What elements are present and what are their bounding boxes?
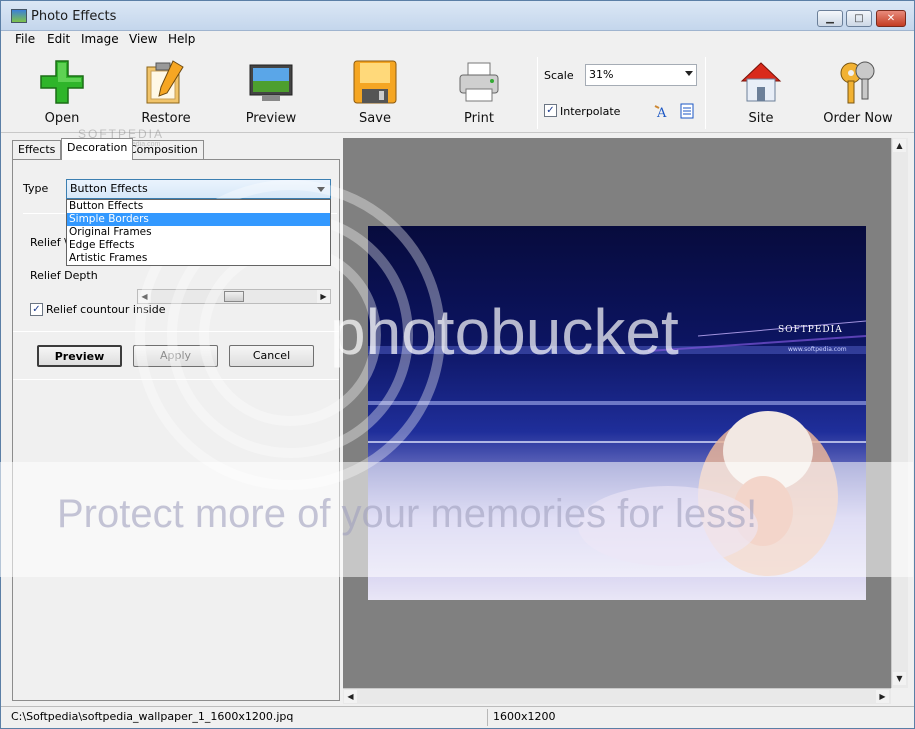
tab-decoration[interactable]: Decoration	[61, 138, 134, 160]
slider-thumb[interactable]	[224, 291, 244, 302]
preview-label: Preview	[245, 111, 297, 126]
photo-tagline-text: www.softpedia.com	[788, 346, 847, 353]
title-bar: Photo Effects ▁ □ ✕	[1, 1, 914, 31]
order-now-button[interactable]: Order Now	[813, 53, 903, 129]
open-button[interactable]: Open	[17, 53, 107, 129]
image-dimensions: 1600x1200	[493, 710, 556, 723]
type-dropdown[interactable]: Button Effects	[66, 179, 331, 199]
arrow-right-icon[interactable]: ▶	[876, 690, 889, 703]
preview-toolbar-button[interactable]: Preview	[226, 53, 316, 129]
tab-effects[interactable]: Effects	[12, 140, 62, 159]
toolbar-separator-2	[705, 57, 706, 129]
type-value: Button Effects	[70, 182, 148, 195]
apply-button[interactable]: Apply	[133, 345, 218, 367]
app-icon	[11, 9, 27, 23]
dropdown-option[interactable]: Edge Effects	[67, 239, 330, 252]
image-canvas[interactable]: SOFTPEDIA www.softpedia.com	[343, 138, 891, 688]
menu-help[interactable]: Help	[168, 32, 195, 46]
divider	[13, 331, 339, 332]
font-icon[interactable]: A	[654, 103, 670, 119]
plus-icon	[40, 60, 84, 104]
scale-dropdown[interactable]: 31%	[585, 64, 697, 86]
restore-button[interactable]: Restore	[121, 53, 211, 129]
arrow-down-icon[interactable]: ▼	[893, 672, 906, 685]
print-label: Print	[464, 111, 494, 126]
restore-label: Restore	[141, 111, 191, 126]
menu-file[interactable]: File	[15, 32, 35, 46]
save-button[interactable]: Save	[330, 53, 420, 129]
site-label: Site	[748, 111, 774, 126]
settings-panel: Effects Decoration Composition Type Butt…	[9, 138, 340, 701]
photo-brand-text: SOFTPEDIA	[778, 325, 843, 335]
dropdown-option[interactable]: Simple Borders	[67, 213, 330, 226]
tab-composition[interactable]: Composition	[123, 140, 204, 159]
arrow-right-icon[interactable]: ▶	[317, 290, 330, 303]
relief-inside-label: Relief countour inside	[46, 303, 166, 316]
decoration-tab-body: Type Button Effects Button Effects Simpl…	[12, 159, 340, 701]
chevron-down-icon	[685, 71, 693, 76]
arrow-up-icon[interactable]: ▲	[893, 139, 906, 152]
floppy-disk-icon	[353, 60, 397, 104]
document-icon[interactable]	[679, 103, 695, 119]
close-button[interactable]: ✕	[876, 10, 906, 27]
minimize-button[interactable]: ▁	[817, 10, 843, 27]
menu-edit[interactable]: Edit	[47, 32, 70, 46]
save-label: Save	[359, 111, 391, 126]
interpolate-label: Interpolate	[560, 105, 621, 118]
print-button[interactable]: Print	[434, 53, 524, 129]
window-title: Photo Effects	[31, 9, 117, 24]
arrow-left-icon[interactable]: ◀	[138, 290, 151, 303]
toolbar-separator	[537, 57, 538, 129]
relief-depth-label: Relief Depth	[30, 269, 98, 282]
status-bar: C:\Softpedia\softpedia_wallpaper_1_1600x…	[1, 706, 914, 728]
arrow-left-icon[interactable]: ◀	[344, 690, 357, 703]
clipboard-pencil-icon	[146, 60, 184, 104]
preview-image: SOFTPEDIA www.softpedia.com	[368, 226, 866, 600]
relief-inside-checkbox[interactable]: ✓	[30, 303, 43, 316]
dropdown-option[interactable]: Original Frames	[67, 226, 330, 239]
menu-bar: File Edit Image View Help	[1, 31, 914, 49]
menu-view[interactable]: View	[129, 32, 157, 46]
printer-icon	[459, 62, 499, 102]
interpolate-checkbox[interactable]: ✓	[544, 104, 557, 117]
house-icon	[740, 62, 782, 102]
menu-image[interactable]: Image	[81, 32, 119, 46]
open-label: Open	[44, 111, 80, 126]
status-separator	[487, 709, 488, 726]
preview-button[interactable]: Preview	[37, 345, 122, 367]
vertical-scrollbar[interactable]: ▲ ▼	[891, 138, 908, 688]
divider	[13, 379, 339, 380]
keys-icon	[840, 61, 875, 104]
order-now-label: Order Now	[823, 111, 893, 126]
photo-artwork	[368, 320, 866, 576]
scale-label: Scale	[544, 69, 574, 82]
type-dropdown-list: Button Effects Simple Borders Original F…	[66, 199, 331, 266]
site-button[interactable]: Site	[716, 53, 806, 129]
horizontal-scrollbar[interactable]: ◀ ▶	[343, 688, 891, 704]
relief-depth-slider[interactable]: ◀ ▶	[137, 289, 331, 304]
dropdown-option[interactable]: Artistic Frames	[67, 252, 330, 265]
scale-value: 31%	[589, 68, 614, 81]
monitor-icon	[249, 64, 293, 101]
type-label: Type	[23, 182, 49, 195]
chevron-down-icon	[317, 187, 325, 192]
relief-label: Relief \	[30, 236, 68, 249]
maximize-button[interactable]: □	[846, 10, 872, 27]
dropdown-option[interactable]: Button Effects	[67, 200, 330, 213]
toolbar: Open Restore Preview Save Print Scale 31…	[1, 49, 914, 133]
file-path: C:\Softpedia\softpedia_wallpaper_1_1600x…	[11, 710, 294, 723]
app-window: Photo Effects ▁ □ ✕ File Edit Image View…	[0, 0, 915, 729]
cancel-button[interactable]: Cancel	[229, 345, 314, 367]
